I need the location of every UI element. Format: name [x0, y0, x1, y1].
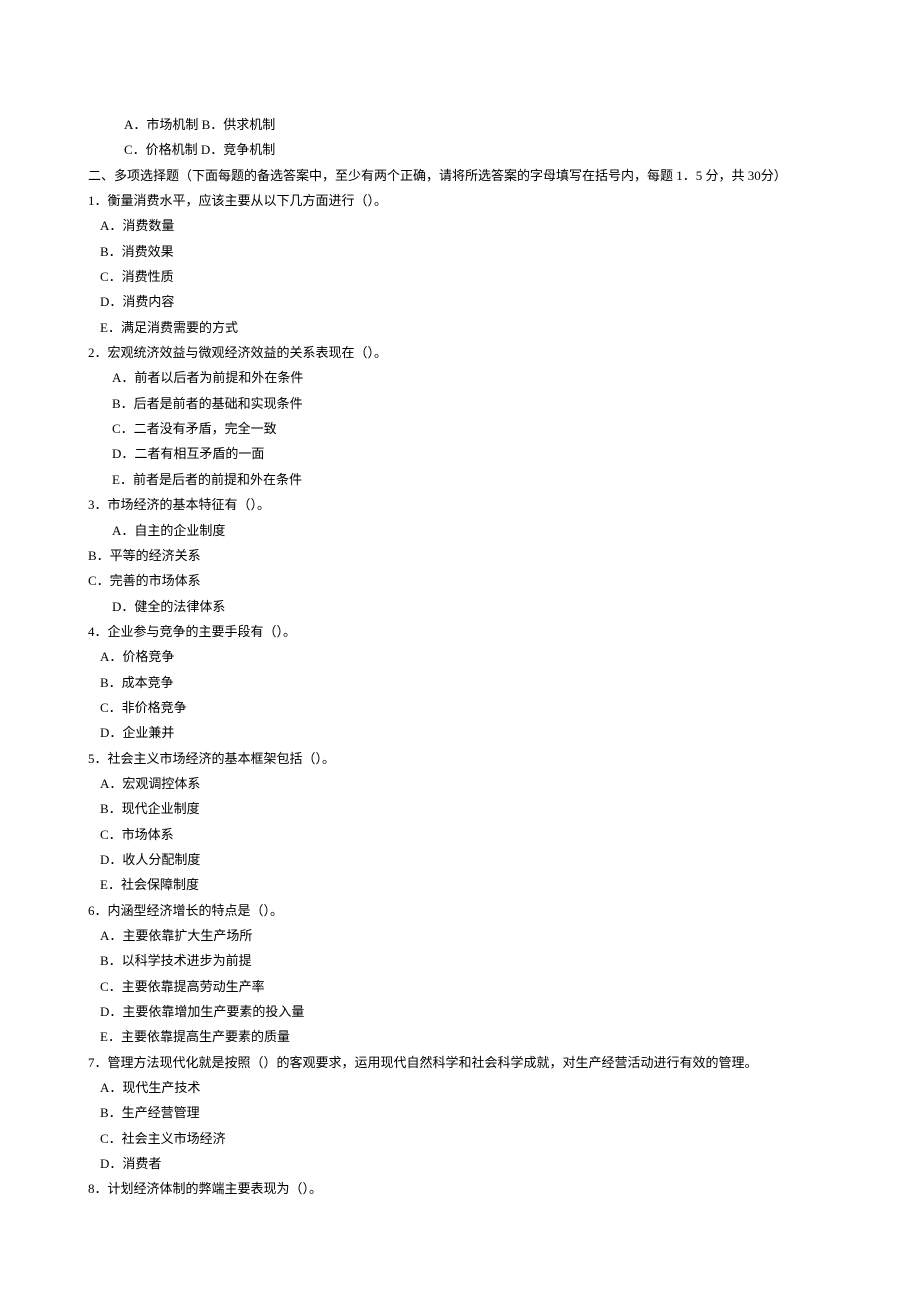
question-option: B．生产经营管理 [88, 1100, 832, 1125]
question-option: C．二者没有矛盾，完全一致 [88, 416, 832, 441]
question-option: E．满足消费需要的方式 [88, 315, 832, 340]
question-stem: 3．市场经济的基本特征有（）。 [88, 492, 832, 517]
question-option: C．社会主义市场经济 [88, 1126, 832, 1151]
question-option: D．健全的法律体系 [88, 594, 832, 619]
question-option: A．主要依靠扩大生产场所 [88, 923, 832, 948]
question-option: A．价格竞争 [88, 644, 832, 669]
question-stem: 6．内涵型经济增长的特点是（）。 [88, 898, 832, 923]
section-heading: 二、多项选择题（下面每题的备选答案中，至少有两个正确，请将所选答案的字母填写在括… [88, 163, 832, 188]
question-option: A．前者以后者为前提和外在条件 [88, 365, 832, 390]
question-option: A．自主的企业制度 [88, 518, 832, 543]
question-option: B．现代企业制度 [88, 796, 832, 821]
question-option: C．市场体系 [88, 822, 832, 847]
question-stem: 4．企业参与竞争的主要手段有（）。 [88, 619, 832, 644]
question-option: E．社会保障制度 [88, 872, 832, 897]
question-option: D．企业兼并 [88, 720, 832, 745]
question-stem: 1．衡量消费水平，应该主要从以下几方面进行（）。 [88, 188, 832, 213]
question-option: D．消费者 [88, 1151, 832, 1176]
prev-question-option-line: A．市场机制 B．供求机制 [88, 112, 832, 137]
question-option: A．现代生产技术 [88, 1075, 832, 1100]
prev-question-option-line: C．价格机制 D．竞争机制 [88, 137, 832, 162]
question-option: B．后者是前者的基础和实现条件 [88, 391, 832, 416]
question-option: A．宏观调控体系 [88, 771, 832, 796]
question-stem: 5．社会主义市场经济的基本框架包括（）。 [88, 746, 832, 771]
question-option: D．主要依靠增加生产要素的投入量 [88, 999, 832, 1024]
question-option: B．消费效果 [88, 239, 832, 264]
question-stem: 8．计划经济体制的弊端主要表现为（）。 [88, 1176, 832, 1201]
question-option: E．主要依靠提高生产要素的质量 [88, 1024, 832, 1049]
question-option: E．前者是后者的前提和外在条件 [88, 467, 832, 492]
question-option: A．消费数量 [88, 213, 832, 238]
question-option: B．平等的经济关系 [88, 543, 832, 568]
question-option: C．主要依靠提高劳动生产率 [88, 974, 832, 999]
question-option: C．消费性质 [88, 264, 832, 289]
question-option: B．成本竞争 [88, 670, 832, 695]
question-option: D．二者有相互矛盾的一面 [88, 441, 832, 466]
question-option: D．消费内容 [88, 289, 832, 314]
question-option: D．收人分配制度 [88, 847, 832, 872]
question-option: C．完善的市场体系 [88, 568, 832, 593]
document-page: A．市场机制 B．供求机制 C．价格机制 D．竞争机制 二、多项选择题（下面每题… [88, 112, 832, 1202]
question-stem: 7．管理方法现代化就是按照（）的客观要求，运用现代自然科学和社会科学成就，对生产… [88, 1050, 832, 1075]
question-stem: 2．宏观统济效益与微观经济效益的关系表现在（）。 [88, 340, 832, 365]
question-option: B．以科学技术进步为前提 [88, 948, 832, 973]
question-option: C．非价格竞争 [88, 695, 832, 720]
